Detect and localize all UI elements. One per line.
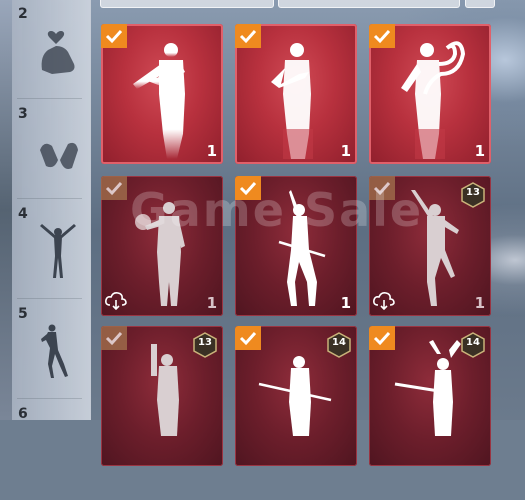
emote-count: 1: [206, 294, 217, 312]
emote-figure-arms-folded: [255, 34, 337, 159]
hand-heart-icon: [34, 20, 82, 80]
emote-card[interactable]: 14: [369, 326, 491, 466]
cloud-download-icon[interactable]: [105, 292, 127, 311]
slot-number: 4: [18, 206, 28, 222]
dancing-figure-icon: [34, 320, 82, 380]
emote-figure-kick: [389, 186, 471, 311]
slot-number: 5: [18, 306, 28, 322]
wheel-slot-2[interactable]: 2: [12, 0, 90, 100]
arms-raised-figure-icon: [34, 220, 82, 280]
cloud-download-icon[interactable]: [373, 292, 395, 311]
slot-number: 2: [18, 6, 28, 22]
cupped-hands-icon: [34, 120, 82, 180]
emote-card[interactable]: 1: [101, 24, 223, 164]
emote-card[interactable]: 13 1: [369, 176, 491, 316]
emote-figure-gun: [121, 336, 203, 461]
emote-figure-rifle-up: [389, 336, 471, 461]
slot-number: 3: [18, 106, 28, 122]
wheel-slot-5[interactable]: 5: [12, 300, 90, 400]
emote-figure-snake: [389, 34, 471, 159]
emote-card[interactable]: 1: [101, 176, 223, 316]
emote-count: 1: [474, 294, 485, 312]
filter-bar: [100, 0, 525, 8]
emote-figure-arm-cross: [121, 34, 203, 159]
emote-count: 1: [206, 142, 217, 160]
emote-card[interactable]: 1: [235, 176, 357, 316]
emote-count: 1: [340, 142, 351, 160]
emote-figure-orb: [121, 186, 203, 311]
emote-card[interactable]: 1: [235, 24, 357, 164]
emote-card[interactable]: 13: [101, 326, 223, 466]
filter-button-right[interactable]: [465, 0, 495, 8]
wheel-slot-4[interactable]: 4: [12, 200, 90, 300]
filter-dropdown[interactable]: [278, 0, 460, 8]
wheel-slot-3[interactable]: 3: [12, 100, 90, 200]
emote-figure-spear-dance: [255, 186, 337, 311]
emote-wheel-panel: 2 3 4 5 6: [12, 0, 91, 422]
emote-figure-sword: [255, 336, 337, 461]
emote-count: 1: [474, 142, 485, 160]
filter-button-left[interactable]: [100, 0, 274, 8]
emote-card[interactable]: 1: [369, 24, 491, 164]
emote-card[interactable]: 14: [235, 326, 357, 466]
wheel-slot-6[interactable]: 6: [12, 400, 90, 500]
emote-count: 1: [340, 294, 351, 312]
